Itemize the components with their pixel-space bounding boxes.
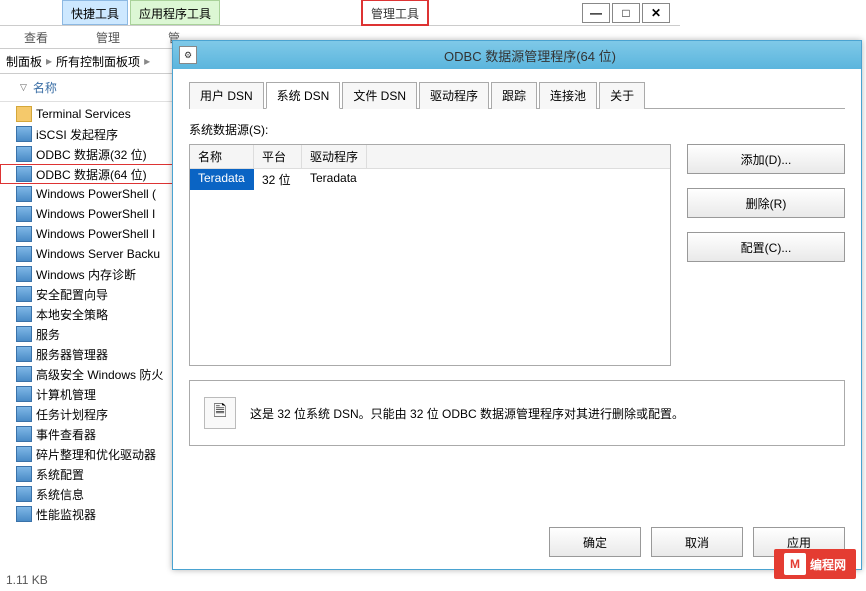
tab-content: 系统数据源(S): 名称 平台 驱动程序 Teradata 32 位 Terad…	[189, 109, 845, 515]
tab-驱动程序[interactable]: 驱动程序	[419, 82, 489, 109]
app-icon	[16, 206, 32, 222]
dialog-title: ODBC 数据源管理程序(64 位)	[205, 46, 855, 65]
tab-系统-DSN[interactable]: 系统 DSN	[266, 82, 341, 109]
column-header-label: 名称	[33, 79, 57, 96]
app-icon	[16, 326, 32, 342]
close-button[interactable]: ✕	[642, 3, 670, 23]
item-label: 计算机管理	[36, 386, 96, 403]
item-label: 系统信息	[36, 486, 84, 503]
item-label: Windows PowerShell I	[36, 227, 155, 241]
dialog-body: 用户 DSN系统 DSN文件 DSN驱动程序跟踪连接池关于 系统数据源(S): …	[173, 69, 861, 569]
col-name[interactable]: 名称	[190, 145, 254, 168]
cancel-button[interactable]: 取消	[651, 527, 743, 557]
window-controls: — □ ✕	[580, 3, 670, 23]
app-icon	[16, 266, 32, 282]
app-icon	[16, 226, 32, 242]
watermark-text: 编程网	[810, 556, 846, 573]
app-icon	[16, 286, 32, 302]
item-label: 任务计划程序	[36, 406, 108, 423]
app-icon	[16, 366, 32, 382]
ribbon-view[interactable]: 查看	[0, 26, 72, 48]
minimize-button[interactable]: —	[582, 3, 610, 23]
item-label: 性能监视器	[36, 506, 96, 523]
remove-button[interactable]: 删除(R)	[687, 188, 845, 218]
tab-app-tools[interactable]: 应用程序工具	[130, 0, 220, 25]
tab-跟踪[interactable]: 跟踪	[491, 82, 537, 109]
app-icon	[16, 246, 32, 262]
breadcrumb-sep-icon: ▸	[46, 54, 52, 68]
app-icon	[16, 166, 32, 182]
app-icon	[16, 386, 32, 402]
breadcrumb-part1[interactable]: 制面板	[6, 53, 42, 70]
tab-关于[interactable]: 关于	[599, 82, 645, 109]
item-label: 事件查看器	[36, 426, 96, 443]
dsn-buttons: 添加(D)... 删除(R) 配置(C)...	[687, 144, 845, 366]
item-label: 系统配置	[36, 466, 84, 483]
dsn-list[interactable]: 名称 平台 驱动程序 Teradata 32 位 Teradata	[189, 144, 671, 366]
dialog-footer: 确定 取消 应用	[189, 515, 845, 557]
item-label: Windows Server Backu	[36, 247, 160, 261]
breadcrumb-part2[interactable]: 所有控制面板项	[56, 53, 140, 70]
watermark: M 编程网	[774, 549, 856, 579]
info-box: 🗎 这是 32 位系统 DSN。只能由 32 位 ODBC 数据源管理程序对其进…	[189, 380, 845, 446]
item-label: Windows PowerShell (	[36, 187, 156, 201]
chevron-down-icon: ▽	[20, 82, 27, 93]
app-icon	[16, 306, 32, 322]
item-label: Windows 内存诊断	[36, 266, 136, 283]
ok-button[interactable]: 确定	[549, 527, 641, 557]
dsn-area: 名称 平台 驱动程序 Teradata 32 位 Teradata 添加(D).…	[189, 144, 845, 366]
dsn-platform: 32 位	[254, 169, 302, 190]
dialog-titlebar[interactable]: ⚙ ODBC 数据源管理程序(64 位)	[173, 41, 861, 69]
app-icon	[16, 486, 32, 502]
dsn-driver: Teradata	[302, 169, 365, 190]
dsn-row[interactable]: Teradata 32 位 Teradata	[190, 169, 670, 190]
odbc-icon: ⚙	[179, 46, 197, 64]
app-icon	[16, 406, 32, 422]
add-button[interactable]: 添加(D)...	[687, 144, 845, 174]
item-label: 本地安全策略	[36, 306, 108, 323]
ribbon-manage[interactable]: 管理	[72, 26, 144, 48]
app-icon	[16, 446, 32, 462]
item-label: 服务	[36, 326, 60, 343]
app-icon	[16, 126, 32, 142]
maximize-button[interactable]: □	[612, 3, 640, 23]
dsn-header: 名称 平台 驱动程序	[190, 145, 670, 169]
item-label: ODBC 数据源(32 位)	[36, 146, 147, 163]
app-icon	[16, 346, 32, 362]
odbc-dialog: ⚙ ODBC 数据源管理程序(64 位) 用户 DSN系统 DSN文件 DSN驱…	[172, 40, 862, 570]
configure-button[interactable]: 配置(C)...	[687, 232, 845, 262]
item-label: Terminal Services	[36, 107, 131, 121]
folder-icon	[16, 106, 32, 122]
col-platform[interactable]: 平台	[254, 145, 302, 168]
breadcrumb-sep-icon: ▸	[144, 54, 150, 68]
col-driver[interactable]: 驱动程序	[302, 145, 367, 168]
tab-文件-DSN[interactable]: 文件 DSN	[342, 82, 417, 109]
item-label: ODBC 数据源(64 位)	[36, 166, 147, 183]
item-label: 碎片整理和优化驱动器	[36, 446, 156, 463]
app-icon	[16, 506, 32, 522]
app-icon	[16, 426, 32, 442]
app-icon	[16, 186, 32, 202]
item-label: Windows PowerShell I	[36, 207, 155, 221]
app-icon	[16, 466, 32, 482]
list-label: 系统数据源(S):	[189, 121, 845, 138]
tab-admin-tools[interactable]: 管理工具	[362, 0, 428, 25]
status-bar: 1.11 KB	[6, 573, 48, 587]
ribbon-tab-strip: 快捷工具 应用程序工具 管理工具	[0, 0, 680, 26]
tab-quick-tools[interactable]: 快捷工具	[62, 0, 128, 25]
app-icon	[16, 146, 32, 162]
datasheet-icon: 🗎	[204, 397, 236, 429]
info-text: 这是 32 位系统 DSN。只能由 32 位 ODBC 数据源管理程序对其进行删…	[250, 405, 684, 422]
item-label: 高级安全 Windows 防火	[36, 366, 163, 383]
tab-用户-DSN[interactable]: 用户 DSN	[189, 82, 264, 109]
dsn-name: Teradata	[190, 169, 254, 190]
watermark-badge-icon: M	[784, 553, 806, 575]
item-label: 服务器管理器	[36, 346, 108, 363]
item-label: iSCSI 发起程序	[36, 126, 118, 143]
tab-连接池[interactable]: 连接池	[539, 82, 597, 109]
tab-strip: 用户 DSN系统 DSN文件 DSN驱动程序跟踪连接池关于	[189, 81, 845, 109]
item-label: 安全配置向导	[36, 286, 108, 303]
